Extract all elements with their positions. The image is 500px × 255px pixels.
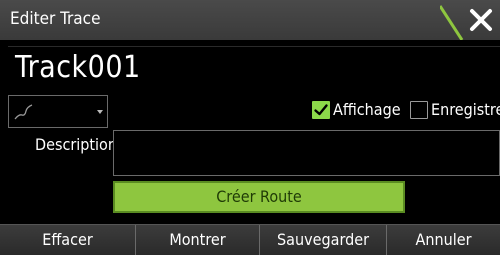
- chevron-down-icon: [97, 110, 103, 114]
- description-field[interactable]: [113, 130, 500, 176]
- record-label: Enregistrer: [431, 100, 500, 119]
- window-title: Editer Trace: [10, 9, 101, 29]
- cancel-button[interactable]: Annuler: [386, 225, 500, 255]
- line-style-icon: [14, 104, 33, 120]
- description-label: Description: [35, 135, 117, 154]
- display-checkbox[interactable]: [312, 101, 330, 119]
- title-bar: Editer Trace: [0, 0, 500, 40]
- delete-button[interactable]: Effacer: [0, 225, 135, 255]
- show-button[interactable]: Montrer: [135, 225, 259, 255]
- display-label: Affichage: [333, 100, 401, 119]
- track-name-value: Track001: [15, 50, 141, 85]
- bottom-action-bar: Effacer Montrer Sauvegarder Annuler: [0, 224, 500, 255]
- close-button[interactable]: [440, 0, 500, 40]
- checkmark-icon: [314, 104, 328, 116]
- line-style-dropdown[interactable]: [8, 95, 108, 128]
- record-checkbox[interactable]: [410, 101, 428, 119]
- create-route-button[interactable]: Créer Route: [113, 181, 405, 213]
- save-button[interactable]: Sauvegarder: [259, 225, 386, 255]
- close-icon: [440, 5, 492, 40]
- track-name-field[interactable]: Track001: [8, 46, 500, 91]
